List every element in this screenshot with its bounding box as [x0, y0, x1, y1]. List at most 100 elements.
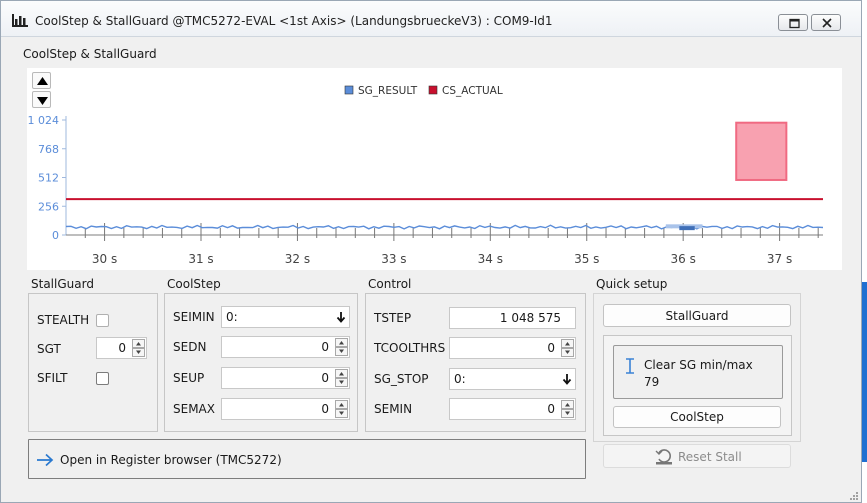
reset-stall-label: Reset Stall [678, 450, 742, 464]
legend-label-cs-actual: CS_ACTUAL [442, 85, 503, 97]
sgt-label: SGT [37, 342, 61, 356]
tstep-field[interactable]: 1 048 575 [449, 307, 576, 329]
seup-stepper[interactable]: 0 [221, 367, 350, 389]
sgt-spin [132, 339, 145, 357]
semin-stepper[interactable]: 0 [449, 398, 576, 420]
caret-up-icon [339, 403, 344, 407]
clear-sg-label: Clear SG min/max [644, 358, 753, 372]
sg-stop-dropdown[interactable]: 0: [449, 368, 576, 390]
semin-increment[interactable] [561, 400, 574, 409]
y-tick-label: 512 [38, 172, 59, 185]
caret-up-icon [339, 341, 344, 345]
caret-down-icon [339, 349, 344, 353]
sgt-decrement[interactable] [132, 348, 145, 357]
scroll-down-button[interactable] [32, 91, 51, 108]
sfilt-checkbox[interactable] [96, 372, 109, 385]
semax-spin [335, 400, 348, 418]
window-title: CoolStep & StallGuard @TMC5272-EVAL <1st… [35, 14, 553, 28]
x-tick-label: 36 s [671, 252, 696, 266]
sedn-increment[interactable] [335, 338, 348, 347]
sg-stop-label: SG_STOP [374, 372, 429, 386]
highlight-box [735, 121, 788, 181]
seimin-value: 0: [226, 310, 238, 324]
chart-bars-icon [12, 14, 28, 27]
coolstep-panel: SEIMIN 0: SEDN 0 SEUP 0 SEMAX 0 [164, 293, 358, 432]
semax-value: 0 [321, 402, 329, 416]
stallguard-quick-button[interactable]: StallGuard [603, 304, 791, 327]
seimin-label: SEIMIN [173, 310, 215, 324]
close-icon [822, 18, 832, 28]
tcoolthrs-increment[interactable] [561, 339, 574, 348]
register-browser-label: Open in Register browser (TMC5272) [60, 453, 282, 467]
sgt-value: 0 [118, 341, 126, 355]
sfilt-label: SFILT [37, 371, 68, 385]
semin-label: SEMIN [374, 402, 413, 416]
tcoolthrs-decrement[interactable] [561, 348, 574, 357]
sg-stop-value: 0: [454, 372, 466, 386]
tcoolthrs-label: TCOOLTHRS [374, 341, 446, 355]
restore-button[interactable] [778, 14, 808, 31]
coolstep-stallguard-window: CoolStep & StallGuard @TMC5272-EVAL <1st… [0, 0, 862, 503]
scroll-up-button[interactable] [32, 72, 51, 89]
caret-up-icon [339, 372, 344, 376]
seup-label: SEUP [173, 371, 205, 385]
arrow-down-icon [37, 97, 48, 105]
sedn-decrement[interactable] [335, 347, 348, 356]
caret-down-icon [565, 411, 570, 415]
title-bar: CoolStep & StallGuard @TMC5272-EVAL <1st… [1, 1, 861, 37]
legend-swatch-cs-actual [428, 85, 438, 95]
control-title: Control [368, 277, 412, 291]
sedn-label: SEDN [173, 340, 207, 354]
tcoolthrs-spin [561, 339, 574, 357]
caret-down-icon [339, 411, 344, 415]
sedn-spin [335, 338, 348, 356]
chart-area: SG_RESULT CS_ACTUAL 0 256 512 768 1 024 30 s 31 … [27, 68, 842, 270]
restore-icon [789, 18, 800, 29]
semin-spin [561, 400, 574, 418]
x-tick-label: 34 s [478, 252, 503, 266]
seup-increment[interactable] [335, 369, 348, 378]
seimin-dropdown[interactable]: 0: [221, 306, 350, 328]
stealth-label: STEALTH [37, 313, 90, 327]
tcoolthrs-value: 0 [547, 341, 555, 355]
control-panel: TSTEP 1 048 575 TCOOLTHRS 0 SG_STOP 0: S… [365, 293, 586, 432]
reset-stall-button[interactable]: Reset Stall [603, 444, 791, 468]
sedn-stepper[interactable]: 0 [221, 336, 350, 358]
caret-down-icon [136, 350, 141, 354]
stallguard-quick-label: StallGuard [665, 309, 729, 323]
arrow-right-icon [37, 453, 54, 467]
x-tick-label: 37 s [767, 252, 792, 266]
seup-decrement[interactable] [335, 378, 348, 387]
x-tick-label: 35 s [574, 252, 599, 266]
tstep-value: 1 048 575 [499, 311, 561, 325]
coolstep-quick-button[interactable]: CoolStep [613, 406, 781, 428]
clear-sg-minmax-button[interactable]: Clear SG min/max 79 [613, 345, 783, 399]
legend-label-sg-result: SG_RESULT [358, 85, 418, 97]
coolstep-quick-group: Clear SG min/max 79 CoolStep [603, 335, 792, 436]
dropdown-arrow-icon [562, 374, 572, 385]
semin-decrement[interactable] [561, 409, 574, 418]
y-tick-label: 256 [38, 200, 59, 213]
semax-increment[interactable] [335, 400, 348, 409]
coolstep-title: CoolStep [167, 277, 221, 291]
caret-up-icon [136, 342, 141, 346]
quick-setup-title: Quick setup [596, 277, 668, 291]
close-button[interactable] [811, 14, 841, 31]
stealth-checkbox[interactable] [96, 314, 109, 327]
seup-value: 0 [321, 371, 329, 385]
tcoolthrs-stepper[interactable]: 0 [449, 337, 576, 359]
x-tick-label: 32 s [285, 252, 310, 266]
y-tick-label: 1 024 [28, 114, 60, 127]
sedn-value: 0 [321, 340, 329, 354]
caret-up-icon [565, 403, 570, 407]
legend-swatch-sg-result [344, 85, 354, 95]
resize-grip-icon[interactable] [847, 489, 859, 501]
dropdown-arrow-icon [336, 312, 346, 323]
semax-stepper[interactable]: 0 [221, 398, 350, 420]
sgt-increment[interactable] [132, 339, 145, 348]
text-cursor-icon [626, 358, 634, 374]
semax-decrement[interactable] [335, 409, 348, 418]
sgt-stepper[interactable]: 0 [96, 337, 147, 359]
stallguard-title: StallGuard [31, 277, 94, 291]
open-register-browser-button[interactable]: Open in Register browser (TMC5272) [28, 439, 586, 479]
